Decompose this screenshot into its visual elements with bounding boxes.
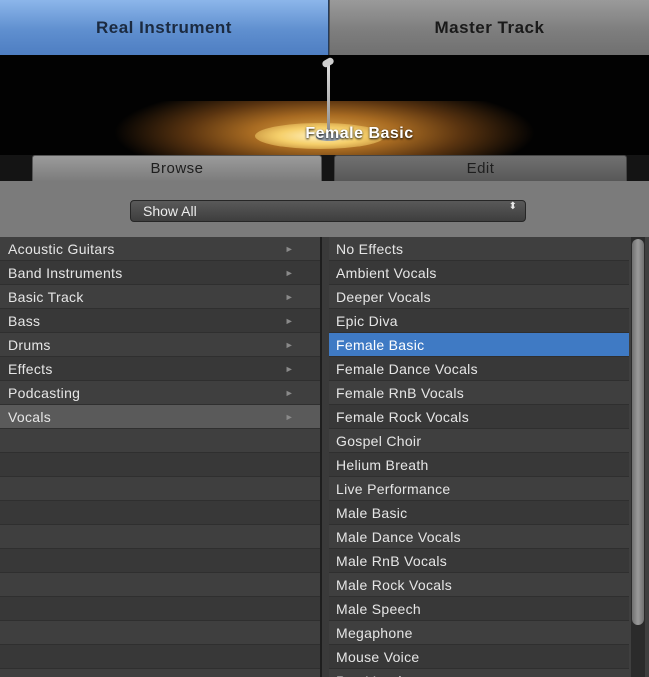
preset-item[interactable]: Deeper Vocals (329, 285, 629, 309)
empty-row (0, 525, 320, 549)
chevron-right-icon: ► (284, 292, 294, 302)
select-arrows-icon: ⬍ (508, 201, 517, 212)
category-label: Effects (8, 361, 53, 377)
category-item[interactable]: Acoustic Guitars ► (0, 237, 320, 261)
category-label: Drums (8, 337, 51, 353)
scrollbar-thumb[interactable] (632, 239, 644, 625)
tab-edit[interactable]: Edit (334, 155, 627, 181)
empty-row (0, 597, 320, 621)
preset-item[interactable]: No Effects (329, 237, 629, 261)
instrument-stage-image: Female Basic (0, 55, 649, 155)
category-item[interactable]: Bass ► (0, 309, 320, 333)
filter-bar: Show All ⬍ (0, 181, 649, 237)
category-label: Band Instruments (8, 265, 123, 281)
browse-edit-tabs: Browse Edit (0, 155, 649, 181)
tab-master-track[interactable]: Master Track (329, 0, 649, 55)
chevron-right-icon: ► (284, 340, 294, 350)
empty-row (0, 645, 320, 669)
track-type-tabs: Real Instrument Master Track (0, 0, 649, 55)
category-item[interactable]: Podcasting ► (0, 381, 320, 405)
empty-row (0, 453, 320, 477)
preset-item[interactable]: Male Speech (329, 597, 629, 621)
category-label: Podcasting (8, 385, 81, 401)
chevron-right-icon: ► (284, 364, 294, 374)
preset-item[interactable]: Female Basic (329, 333, 629, 357)
empty-row (0, 477, 320, 501)
category-item[interactable]: Effects ► (0, 357, 320, 381)
preset-item[interactable]: Helium Breath (329, 453, 629, 477)
empty-row (0, 501, 320, 525)
empty-row (0, 549, 320, 573)
preset-item[interactable]: Female RnB Vocals (329, 381, 629, 405)
chevron-right-icon: ► (284, 268, 294, 278)
preset-item[interactable]: Epic Diva (329, 309, 629, 333)
preset-item[interactable]: Ambient Vocals (329, 261, 629, 285)
preset-item[interactable]: Female Rock Vocals (329, 405, 629, 429)
preset-item[interactable]: Megaphone (329, 621, 629, 645)
category-item[interactable]: Drums ► (0, 333, 320, 357)
show-filter-select[interactable]: Show All ⬍ (130, 200, 526, 222)
chevron-right-icon: ► (284, 412, 294, 422)
category-label: Basic Track (8, 289, 84, 305)
preset-item[interactable]: Male Basic (329, 501, 629, 525)
preset-item[interactable]: Female Dance Vocals (329, 357, 629, 381)
category-label: Vocals (8, 409, 52, 425)
category-list: Acoustic Guitars ► Band Instruments ► Basic … (0, 237, 322, 677)
empty-row (0, 429, 320, 453)
preset-item[interactable]: Mouse Voice (329, 645, 629, 669)
show-filter-value: Show All (143, 203, 197, 219)
category-label: Acoustic Guitars (8, 241, 115, 257)
category-item[interactable]: Basic Track ► (0, 285, 320, 309)
category-label: Bass (8, 313, 41, 329)
chevron-right-icon: ► (284, 244, 294, 254)
empty-row (0, 573, 320, 597)
preset-item[interactable]: Male Rock Vocals (329, 573, 629, 597)
preset-item[interactable]: Pop Vocals (329, 669, 629, 677)
tab-real-instrument[interactable]: Real Instrument (0, 0, 329, 55)
category-item[interactable]: Band Instruments ► (0, 261, 320, 285)
chevron-right-icon: ► (284, 316, 294, 326)
preset-item[interactable]: Gospel Choir (329, 429, 629, 453)
empty-row (0, 669, 320, 677)
preset-item[interactable]: Male Dance Vocals (329, 525, 629, 549)
preset-item[interactable]: Live Performance (329, 477, 629, 501)
preset-item[interactable]: Male RnB Vocals (329, 549, 629, 573)
tab-browse[interactable]: Browse (32, 155, 322, 181)
chevron-right-icon: ► (284, 388, 294, 398)
patch-name: Female Basic (305, 125, 414, 142)
preset-list: No Effects Ambient Vocals Deeper Vocals Epi… (329, 237, 649, 677)
category-item[interactable]: Vocals ► (0, 405, 320, 429)
empty-row (0, 621, 320, 645)
